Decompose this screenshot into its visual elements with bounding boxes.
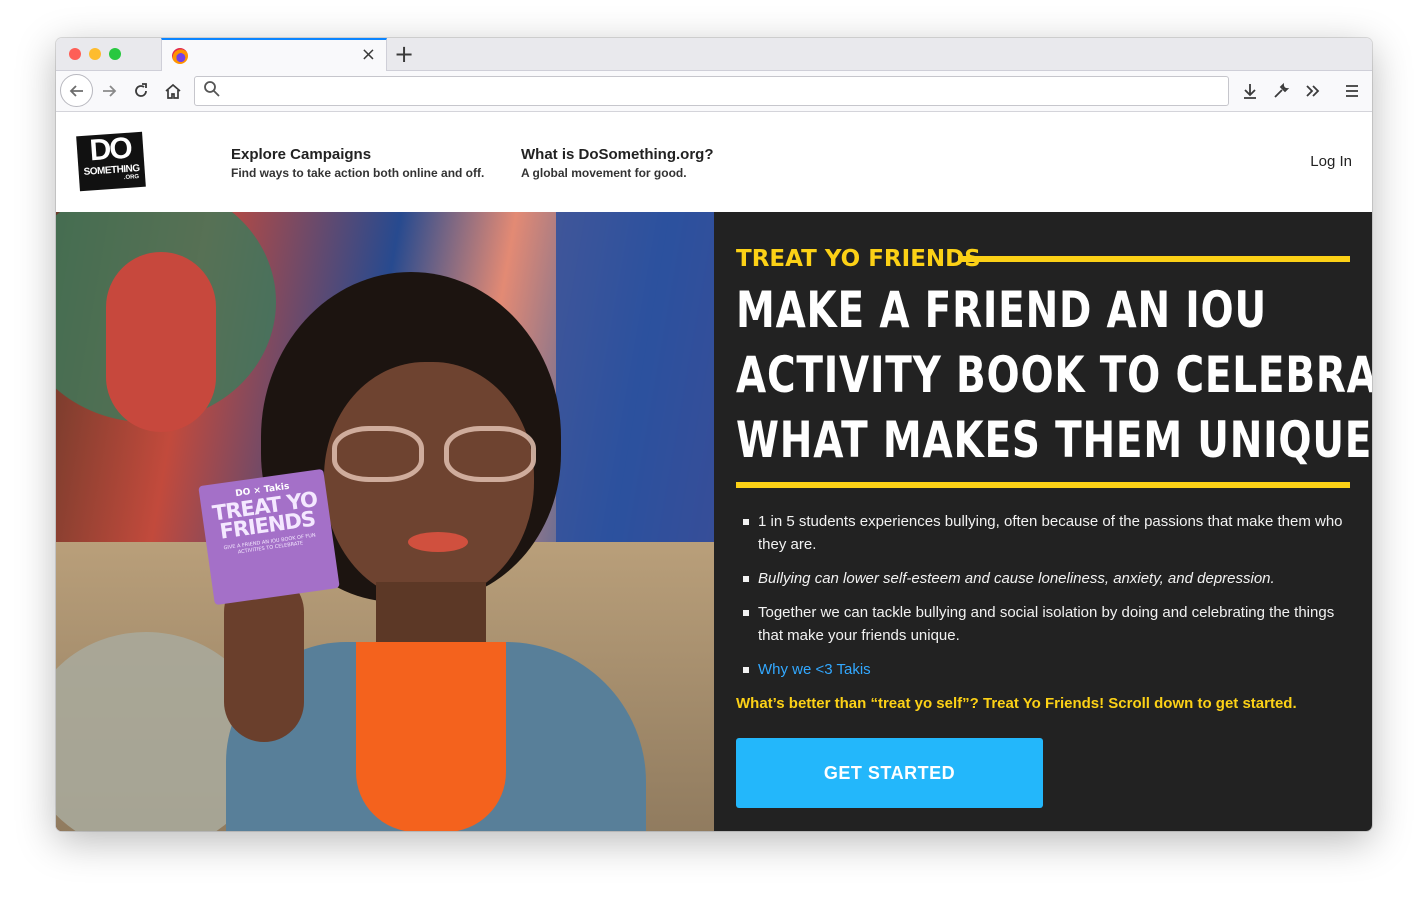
campaign-eyebrow: TREAT YO FRIENDS: [736, 246, 981, 272]
headline-line: MAKE A FRIEND AN IOU: [736, 281, 1267, 339]
dosomething-logo[interactable]: DO SOMETHING .ORG: [76, 131, 146, 192]
minimize-window-button[interactable]: [89, 48, 101, 60]
site-header: DO SOMETHING .ORG Explore Campaigns Find…: [56, 113, 1372, 212]
download-icon[interactable]: [1237, 76, 1263, 106]
get-started-button[interactable]: GET STARTED: [736, 738, 1043, 808]
headline-line: WHAT MAKES THEM UNIQUE.: [736, 411, 1372, 469]
forward-arrow-icon[interactable]: [96, 76, 122, 106]
hero-content: TREAT YO FRIENDS MAKE A FRIEND AN IOU AC…: [736, 212, 1372, 831]
hamburger-menu-icon[interactable]: [1339, 76, 1365, 106]
campaign-hero: DO × Takis TREAT YO FRIENDS GIVE A FRIEN…: [56, 212, 1372, 831]
browser-window: × + DO SOMETHING .ORG Explore Campaigns …: [56, 38, 1372, 831]
zoom-window-button[interactable]: [109, 48, 121, 60]
wrench-icon[interactable]: [1268, 76, 1294, 106]
login-link[interactable]: Log In: [1310, 153, 1352, 170]
navigation-toolbar: [56, 71, 1372, 112]
treat-yo-friends-card: DO × Takis TREAT YO FRIENDS GIVE A FRIEN…: [198, 468, 340, 606]
nav-subtitle: Find ways to take action both online and…: [231, 166, 485, 180]
nav-subtitle: A global movement for good.: [521, 166, 687, 180]
why-we-love-takis-link[interactable]: Why we <3 Takis: [758, 661, 871, 678]
cta-text: What’s better than “treat yo self”? Trea…: [736, 695, 1297, 712]
logo-text-do: DO: [88, 131, 132, 168]
close-window-button[interactable]: [69, 48, 81, 60]
fact-item-link: Why we <3 Takis: [736, 658, 1350, 681]
browser-tab[interactable]: ×: [161, 38, 387, 71]
new-tab-button[interactable]: +: [394, 40, 414, 68]
nav-title: Explore Campaigns: [231, 146, 372, 163]
eyebrow-divider: [958, 256, 1350, 262]
fact-list: 1 in 5 students experiences bullying, of…: [736, 510, 1350, 692]
firefox-favicon-icon: [172, 48, 188, 64]
eyebrow-row: TREAT YO FRIENDS: [736, 244, 1350, 274]
nav-title: What is DoSomething.org?: [521, 146, 714, 163]
hero-photo: DO × Takis TREAT YO FRIENDS GIVE A FRIEN…: [56, 212, 714, 831]
fact-item: 1 in 5 students experiences bullying, of…: [736, 510, 1350, 556]
search-icon: [203, 80, 221, 103]
url-input[interactable]: [227, 81, 1217, 101]
page-content: DO SOMETHING .ORG Explore Campaigns Find…: [56, 113, 1372, 831]
headline-divider: [736, 482, 1350, 488]
back-arrow-icon[interactable]: [60, 74, 93, 107]
campaign-headline: MAKE A FRIEND AN IOU ACTIVITY BOOK TO CE…: [736, 278, 1372, 473]
tab-close-icon[interactable]: ×: [361, 45, 376, 65]
headline-line: ACTIVITY BOOK TO CELEBRATE: [736, 346, 1372, 404]
nav-what-is-dosomething[interactable]: What is DoSomething.org? A global moveme…: [521, 145, 714, 181]
nav-explore-campaigns[interactable]: Explore Campaigns Find ways to take acti…: [231, 145, 484, 181]
tab-bar: × +: [56, 38, 1372, 71]
overflow-chevron-icon[interactable]: [1300, 76, 1326, 106]
url-bar[interactable]: [194, 76, 1229, 106]
home-icon[interactable]: [160, 76, 186, 106]
fact-item: Bullying can lower self-esteem and cause…: [736, 567, 1350, 590]
fact-item: Together we can tackle bullying and soci…: [736, 601, 1350, 647]
reload-icon[interactable]: [128, 76, 154, 106]
